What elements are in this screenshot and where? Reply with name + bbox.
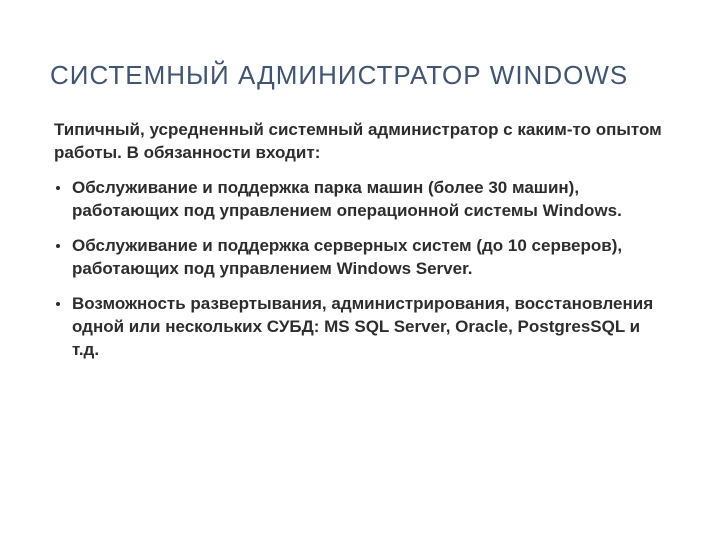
responsibilities-list: Обслуживание и поддержка парка машин (бо… [50, 177, 670, 362]
slide-title: СИСТЕМНЫЙ АДМИНИСТРАТОР WINDOWS [50, 60, 670, 91]
list-item: Возможность развертывания, администриров… [54, 293, 670, 362]
list-item: Обслуживание и поддержка парка машин (бо… [54, 177, 670, 223]
intro-paragraph: Типичный, усредненный системный админист… [50, 119, 670, 165]
list-item: Обслуживание и поддержка серверных систе… [54, 235, 670, 281]
